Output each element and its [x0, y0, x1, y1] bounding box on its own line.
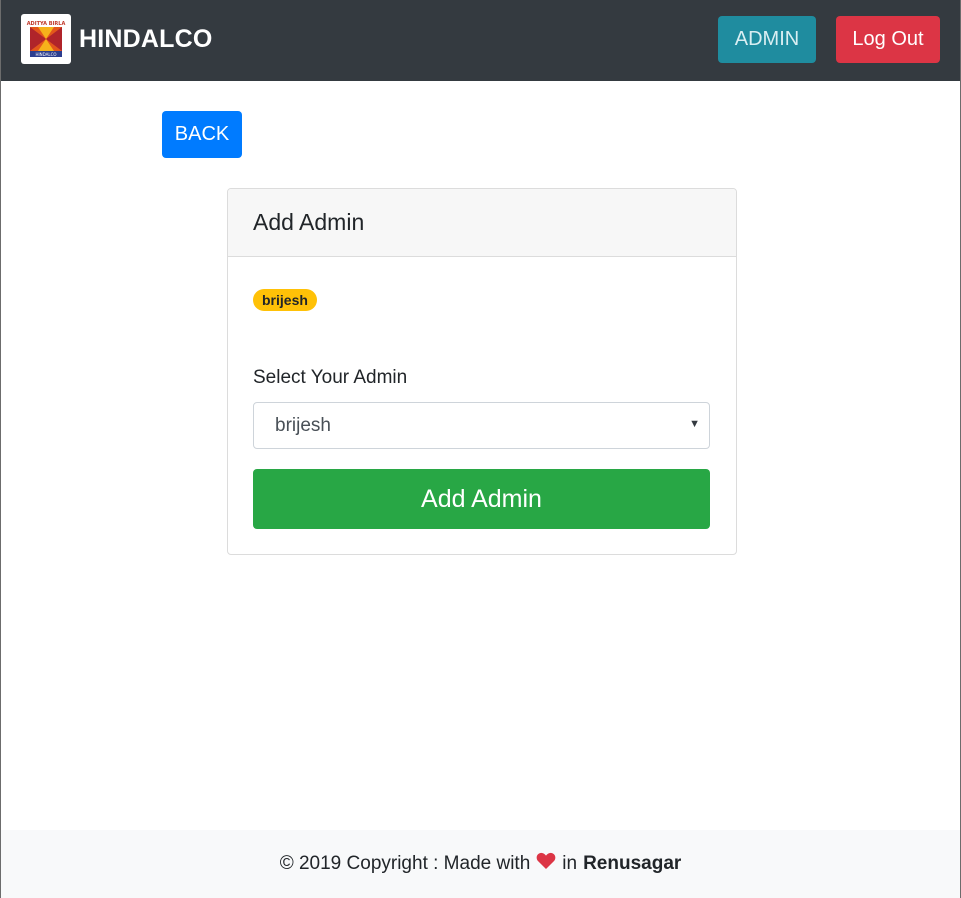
- admin-select-value: brijesh: [275, 414, 331, 436]
- admin-select[interactable]: brijesh ▼: [253, 402, 710, 449]
- card-title: Add Admin: [228, 189, 736, 257]
- admin-button[interactable]: ADMIN: [718, 16, 816, 63]
- logout-button[interactable]: Log Out: [836, 16, 940, 63]
- select-admin-label: Select Your Admin: [253, 367, 408, 388]
- logo-text-top: ADITYA BIRLA: [27, 21, 66, 27]
- footer: © 2019 Copyright : Made with in Renusaga…: [1, 830, 960, 898]
- navbar: ADITYA BIRLA HINDALCO HINDALCO ADMIN Log…: [1, 0, 960, 81]
- chevron-down-icon: ▼: [689, 418, 700, 430]
- logo-text-bottom: HINDALCO: [35, 52, 56, 57]
- brand-name: HINDALCO: [79, 24, 213, 53]
- add-admin-card: Add Admin brijesh Select Your Admin brij…: [227, 188, 737, 555]
- footer-place: Renusagar: [583, 853, 682, 874]
- add-admin-button[interactable]: Add Admin: [253, 469, 710, 529]
- heart-icon: [536, 852, 556, 876]
- footer-copyright: © 2019 Copyright : Made with: [279, 853, 531, 874]
- aditya-birla-logo-icon: ADITYA BIRLA HINDALCO: [21, 14, 71, 64]
- page: ADITYA BIRLA HINDALCO HINDALCO ADMIN Log…: [0, 0, 961, 898]
- brand[interactable]: ADITYA BIRLA HINDALCO HINDALCO: [21, 14, 213, 64]
- footer-in: in: [562, 853, 578, 874]
- back-button[interactable]: BACK: [162, 111, 242, 158]
- admin-badge: brijesh: [253, 289, 317, 311]
